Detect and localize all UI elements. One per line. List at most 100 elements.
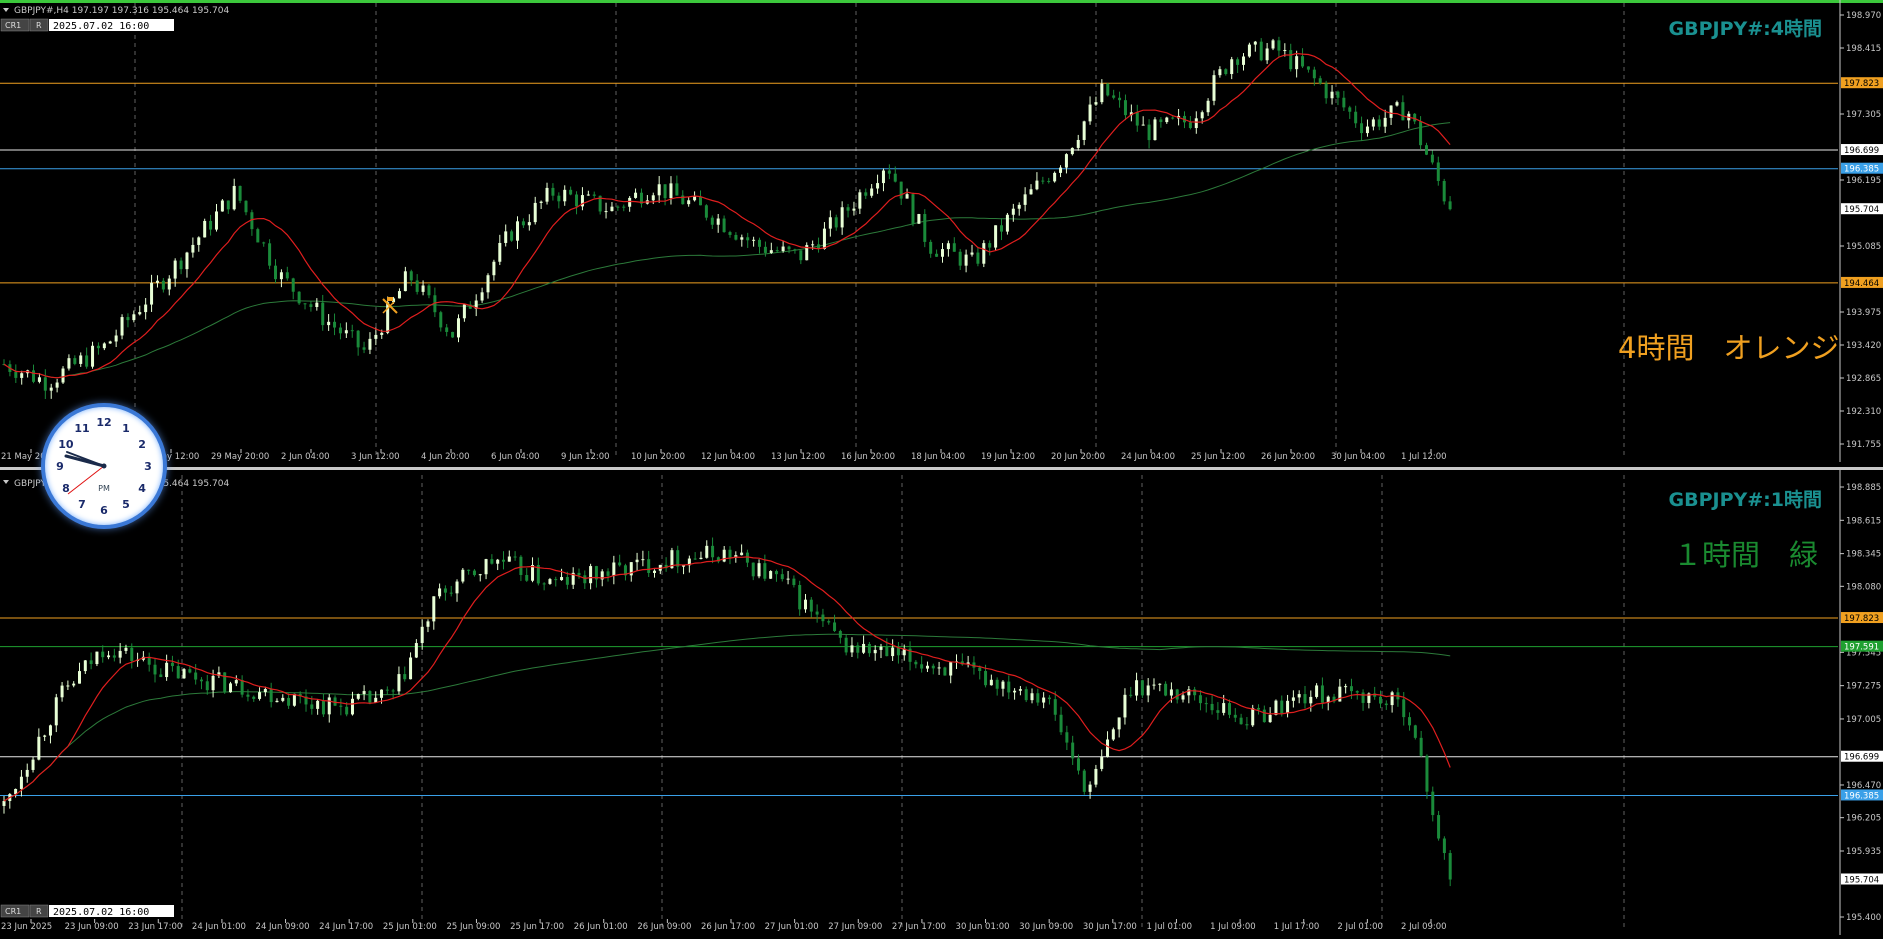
- top-candle-body: [303, 303, 307, 305]
- bot-candle-body: [1361, 692, 1365, 703]
- bot-candle-body: [769, 571, 773, 579]
- top-candle-body: [1389, 105, 1393, 118]
- top-candle-body: [1212, 75, 1216, 101]
- bot-candle-body: [1024, 689, 1028, 701]
- bot-candle-body: [205, 681, 209, 691]
- bot-candle-body: [937, 667, 941, 669]
- top-candle-body: [1230, 59, 1234, 75]
- top-candle-body: [510, 231, 514, 241]
- clock-face: 12 1234567891011 PM: [56, 416, 152, 517]
- bot-candle-body: [728, 549, 732, 558]
- bot-candle-body: [246, 694, 250, 697]
- bot-candle-body: [507, 556, 511, 562]
- bot-candle-body: [1251, 707, 1255, 726]
- bot-candle-body: [1390, 692, 1394, 706]
- top-candle-body: [616, 206, 620, 208]
- bot-candle-body: [1378, 696, 1382, 704]
- top-candle-body: [746, 237, 750, 241]
- h1-time-axis: 23 Jun 2025 23 Jun 09:00 23 Jun 17:00 24 Ju…: [1, 919, 1447, 932]
- bot-candle-body: [252, 696, 256, 699]
- h4-r-label: R: [36, 21, 42, 30]
- top-candle-body: [1011, 208, 1015, 215]
- top-candle-body: [1312, 69, 1316, 79]
- bot-time-label: 27 Jun 09:00: [828, 922, 882, 932]
- top-candle-body: [462, 304, 466, 319]
- bot-candle-body: [931, 665, 935, 669]
- top-candle-body: [1082, 121, 1086, 140]
- bot-candle-body: [676, 550, 680, 567]
- top-candle-body: [651, 195, 655, 201]
- bot-candle-body: [403, 674, 407, 680]
- bot-candle-body: [519, 556, 523, 576]
- bot-candle-body: [37, 736, 41, 760]
- top-candle-body: [67, 358, 71, 369]
- bot-candle-body: [449, 592, 453, 594]
- top-candle-body: [279, 272, 283, 280]
- bot-candle-body: [879, 646, 883, 650]
- bot-candle-body: [409, 657, 413, 680]
- top-candle-body: [409, 271, 413, 281]
- bot-candle-body: [606, 571, 610, 576]
- top-candle-body: [209, 220, 213, 230]
- h4-collapse-triangle-icon[interactable]: [3, 8, 9, 12]
- top-candle-body: [687, 200, 691, 205]
- bot-candle-body: [1257, 707, 1261, 710]
- top-candle-body: [1306, 66, 1310, 70]
- bot-candle-body: [1448, 853, 1452, 880]
- bot-candle-body: [821, 614, 825, 622]
- top-candle-body: [698, 196, 702, 206]
- h1-collapse-triangle-icon[interactable]: [3, 480, 9, 484]
- bot-time-label: 26 Jun 01:00: [574, 922, 628, 932]
- bot-candle-body: [652, 570, 656, 573]
- bot-candle-body: [48, 725, 52, 736]
- bot-candle-body: [722, 549, 726, 562]
- top-time-label: 25 Jun 12:00: [1191, 452, 1245, 462]
- bot-candle-body: [240, 680, 244, 695]
- top-candle-body: [899, 181, 903, 199]
- bot-candle-body: [647, 559, 651, 573]
- panel-divider[interactable]: [0, 467, 1883, 470]
- h1-horizontal-lines[interactable]: [0, 617, 1838, 880]
- top-candle-body: [952, 243, 956, 252]
- top-candle-body: [834, 217, 838, 228]
- analog-clock-widget[interactable]: 12 1 2 3 4 5 6 7 8 9 10 11 PM: [41, 403, 167, 529]
- bot-candle-body: [1413, 725, 1417, 738]
- top-candle-body: [268, 243, 272, 266]
- h1-chart-panel[interactable]: 198.885198.615198.345198.080197.545197.2…: [0, 469, 1883, 935]
- bot-price-label: 197.275: [1846, 682, 1881, 692]
- bot-candle-body: [1140, 680, 1144, 696]
- bot-candle-body: [856, 645, 860, 653]
- bot-time-label: 26 Jun 17:00: [701, 922, 755, 932]
- bot-candle-body: [107, 655, 111, 658]
- bot-candle-body: [316, 700, 320, 709]
- bot-candle-body: [1268, 714, 1272, 723]
- top-candle-body: [1088, 104, 1092, 122]
- top-candle-body: [929, 241, 933, 254]
- clock-ampm: PM: [98, 484, 110, 493]
- top-candle-body: [811, 244, 815, 246]
- bot-candle-body: [414, 643, 418, 658]
- bot-candle-body: [560, 577, 564, 581]
- bot-candle-body: [1222, 703, 1226, 713]
- top-candle-body: [1135, 112, 1139, 126]
- top-candle-body: [1076, 139, 1080, 148]
- top-candle-body: [144, 304, 148, 313]
- bot-time-label: 24 Jun 01:00: [192, 922, 246, 932]
- h4-chart-title: GBPJPY#:4時間: [1669, 18, 1823, 40]
- top-candle-body: [722, 218, 726, 233]
- top-candle-body: [1401, 102, 1405, 121]
- top-candle-body: [114, 335, 118, 342]
- bot-candle-body: [838, 630, 842, 638]
- top-candle-body: [881, 170, 885, 184]
- top-candle-body: [988, 243, 992, 248]
- bot-candle-body: [885, 646, 889, 657]
- top-candle-body: [333, 321, 337, 328]
- h4-chart-panel[interactable]: 198.970 198.415 197.305 196.195 195.085 193.9…: [0, 0, 1883, 462]
- h4-horizontal-lines[interactable]: [0, 82, 1838, 284]
- bot-time-label: 1 Jul 17:00: [1274, 922, 1320, 932]
- top-candle-body: [799, 250, 803, 261]
- bot-candle-body: [287, 697, 291, 706]
- bot-candle-body: [577, 572, 581, 576]
- bot-candle-body: [292, 693, 296, 706]
- h1-timestamp: 2025.07.02 16:00: [53, 907, 149, 918]
